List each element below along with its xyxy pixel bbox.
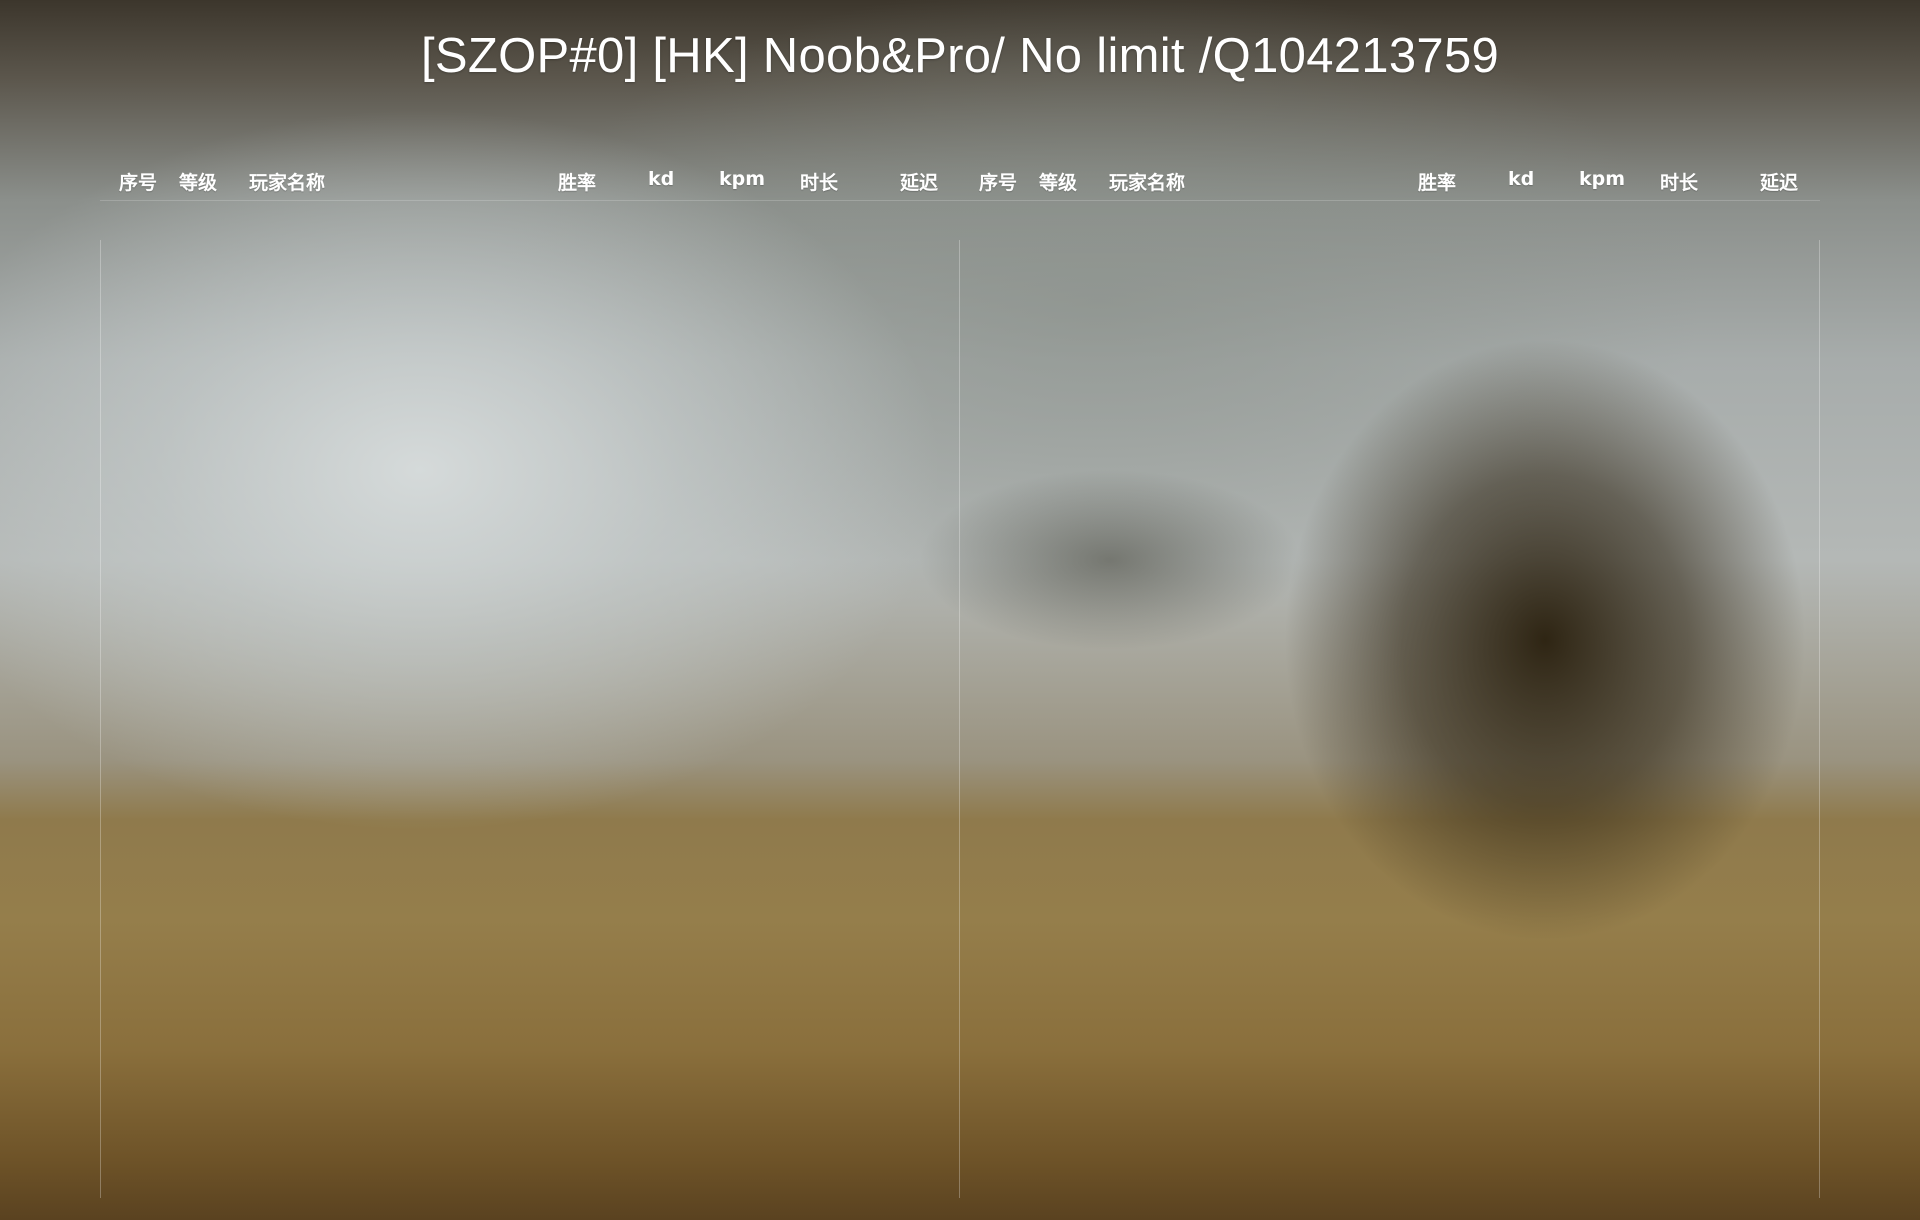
column-header-index[interactable]: 序号: [979, 168, 1017, 195]
server-title: [SZOP#0] [HK] Noob&Pro/ No limit /Q10421…: [420, 29, 1500, 83]
column-header-level[interactable]: 等级: [179, 168, 217, 195]
column-header-kpm[interactable]: kpm: [719, 168, 765, 190]
column-header-latency[interactable]: 延迟: [1760, 168, 1798, 195]
column-header-kd[interactable]: kd: [1508, 168, 1534, 190]
team-2-player-list: [960, 201, 1820, 1200]
right-divider: [1819, 240, 1820, 1198]
column-header-duration[interactable]: 时长: [800, 168, 838, 195]
column-header-player-name[interactable]: 玩家名称: [1109, 168, 1185, 195]
team-2-header: 序号 等级 玩家名称 胜率 kd kpm 时长 延迟: [960, 160, 1820, 201]
team-2-panel: 序号 等级 玩家名称 胜率 kd kpm 时长 延迟: [960, 160, 1820, 1200]
team-1-panel: 序号 等级 玩家名称 胜率 kd kpm 时长 延迟: [100, 160, 960, 1200]
column-header-index[interactable]: 序号: [119, 168, 157, 195]
column-header-kpm[interactable]: kpm: [1579, 168, 1625, 190]
column-header-win-rate[interactable]: 胜率: [1418, 168, 1456, 195]
column-header-player-name[interactable]: 玩家名称: [249, 168, 325, 195]
column-header-duration[interactable]: 时长: [1660, 168, 1698, 195]
team-1-header: 序号 等级 玩家名称 胜率 kd kpm 时长 延迟: [100, 160, 960, 201]
column-header-latency[interactable]: 延迟: [900, 168, 938, 195]
column-header-win-rate[interactable]: 胜率: [558, 168, 596, 195]
column-header-kd[interactable]: kd: [648, 168, 674, 190]
column-header-level[interactable]: 等级: [1039, 168, 1077, 195]
center-divider: [959, 240, 960, 1198]
left-divider: [100, 240, 101, 1198]
team-1-player-list: [100, 201, 960, 1200]
